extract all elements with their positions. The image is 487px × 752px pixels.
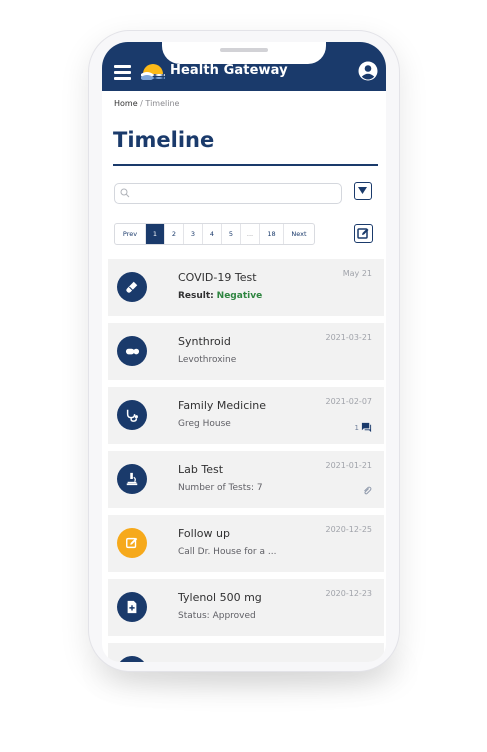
entry-subtitle: Status: Approved [178,611,256,621]
pagination: Prev 1 2 3 4 5 ... 18 Next [114,223,315,245]
comment-count[interactable]: 1 [355,422,372,433]
entry-title: Follow up [178,527,230,540]
entry-subtitle: Number of Tests: 7 [178,483,263,493]
entry-date: 2021-01-21 [325,461,373,470]
phone-screen: Health Gateway Home / Timeline Timeline … [102,42,386,662]
pagination-ellipsis: ... [241,224,260,244]
entry-subtitle: Call Dr. House for a ... [178,547,277,557]
pagination-page-5[interactable]: 5 [222,224,241,244]
entry-result: Result: Negative [178,291,262,301]
logo-icon [141,64,165,80]
app-title: Health Gateway [170,63,288,78]
pagination-page-18[interactable]: 18 [260,224,284,244]
stethoscope-icon [117,400,147,430]
timeline-entry-icon [117,656,147,662]
entry-title: COVID-19 Test [178,271,257,284]
edit-note-icon [117,528,147,558]
entry-date: 2021-03-21 [325,333,373,342]
microscope-icon [117,464,147,494]
comment-icon [361,422,372,433]
entry-title: Tylenol 500 mg [178,591,262,604]
timeline-list: COVID-19 Test Result: Negative May 21 Sy… [108,259,384,662]
entry-date: May 21 [342,269,372,278]
entry-date: 2020-12-23 [325,589,373,598]
timeline-entry-covid-test[interactable]: COVID-19 Test Result: Negative May 21 [108,259,384,316]
entry-subtitle: Levothroxine [178,355,237,365]
paperclip-icon [364,486,372,495]
breadcrumb: Home / Timeline [114,99,179,108]
pagination-page-2[interactable]: 2 [165,224,184,244]
entry-title: Synthroid [178,335,231,348]
attachment-indicator [362,486,372,496]
entry-subtitle: Greg House [178,419,231,429]
file-medical-icon [117,592,147,622]
pagination-next-button[interactable]: Next [284,224,314,244]
filter-icon [358,187,367,194]
comment-count-value: 1 [354,423,359,432]
pagination-page-4[interactable]: 4 [203,224,222,244]
search-icon [120,188,130,198]
title-divider [113,164,378,166]
timeline-entry-encounter[interactable]: Family Medicine Greg House 2021-02-07 1 [108,387,384,444]
entry-result-value: Negative [216,291,263,301]
pagination-page-1[interactable]: 1 [146,224,165,244]
pill-icon [117,336,147,366]
breadcrumb-separator: / [140,99,143,108]
pagination-prev-button[interactable]: Prev [115,224,146,244]
search-box[interactable] [114,183,342,204]
add-note-button[interactable] [354,224,373,243]
entry-date: 2021-02-07 [325,397,373,406]
pagination-page-3[interactable]: 3 [184,224,203,244]
user-account-icon[interactable] [358,61,378,81]
breadcrumb-current: Timeline [145,99,180,108]
entry-date: 2020-12-25 [325,525,373,534]
breadcrumb-home-link[interactable]: Home [114,99,138,108]
search-input[interactable] [133,185,337,202]
phone-notch [162,42,326,64]
timeline-entry-lab-test[interactable]: Lab Test Number of Tests: 7 2021-01-21 [108,451,384,508]
timeline-entry-medication[interactable]: Synthroid Levothroxine 2021-03-21 [108,323,384,380]
entry-title: Lab Test [178,463,224,476]
timeline-entry-partial[interactable] [108,643,384,662]
edit-note-icon [357,228,369,239]
test-tube-icon [117,272,147,302]
menu-icon[interactable] [114,65,131,83]
timeline-entry-note[interactable]: Follow up Call Dr. House for a ... 2020-… [108,515,384,572]
page-title: Timeline [113,128,215,152]
entry-result-label: Result: [178,291,214,301]
entry-title: Family Medicine [178,399,267,412]
filter-button[interactable] [354,182,372,200]
timeline-entry-special-authority[interactable]: Tylenol 500 mg Status: Approved 2020-12-… [108,579,384,636]
